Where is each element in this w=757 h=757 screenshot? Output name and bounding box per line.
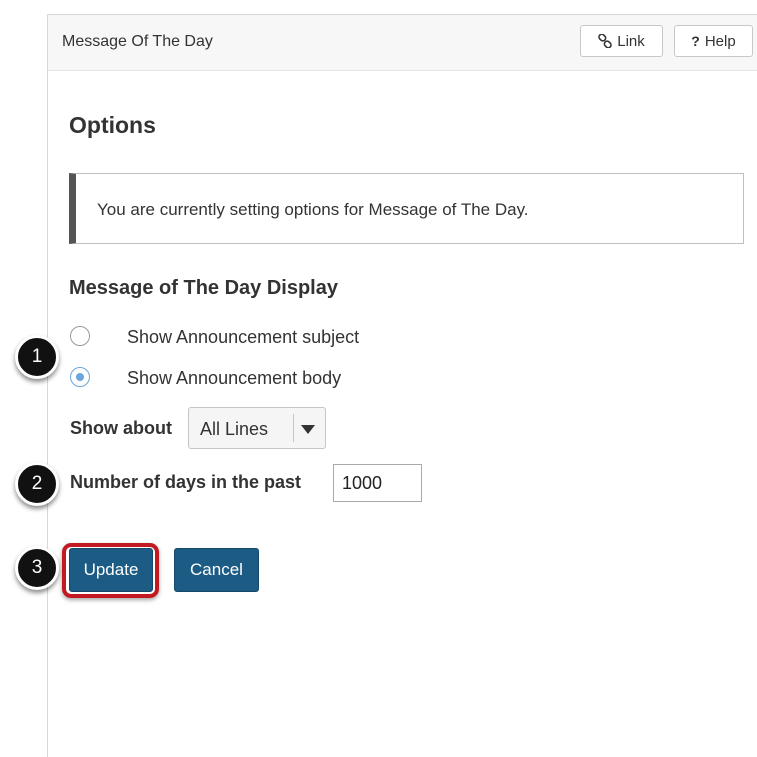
help-button-label: Help xyxy=(704,32,736,50)
days-input[interactable] xyxy=(333,464,422,502)
display-heading: Message of The Day Display xyxy=(69,277,338,299)
panel-title: Message Of The Day xyxy=(62,33,213,50)
radio-show-subject-label[interactable]: Show Announcement subject xyxy=(127,327,359,348)
step-badge-1: 1 xyxy=(15,335,59,379)
info-message-text: You are currently setting options for Me… xyxy=(97,200,529,219)
options-heading: Options xyxy=(69,112,156,138)
cancel-button[interactable]: Cancel xyxy=(174,548,259,592)
radio-show-subject[interactable] xyxy=(70,326,90,346)
caret-down-icon xyxy=(301,422,315,440)
show-about-select[interactable]: All Lines xyxy=(188,407,326,449)
link-icon xyxy=(598,34,613,48)
show-about-label: Show about xyxy=(70,418,172,438)
info-message: You are currently setting options for Me… xyxy=(69,173,744,244)
show-about-value: All Lines xyxy=(200,419,269,439)
radio-show-body[interactable] xyxy=(70,367,90,387)
panel-header: Message Of The Day Link ? Help xyxy=(48,15,757,71)
step-badge-2: 2 xyxy=(15,462,59,506)
link-button[interactable]: Link xyxy=(580,25,663,57)
days-label: Number of days in the past xyxy=(70,472,302,492)
help-icon: ? xyxy=(691,33,700,49)
help-button[interactable]: ? Help xyxy=(674,25,753,57)
update-button[interactable]: Update xyxy=(69,548,153,592)
radio-show-body-label[interactable]: Show Announcement body xyxy=(127,368,341,389)
step-badge-3: 3 xyxy=(15,546,59,590)
link-button-label: Link xyxy=(617,32,645,50)
select-divider xyxy=(293,414,294,442)
